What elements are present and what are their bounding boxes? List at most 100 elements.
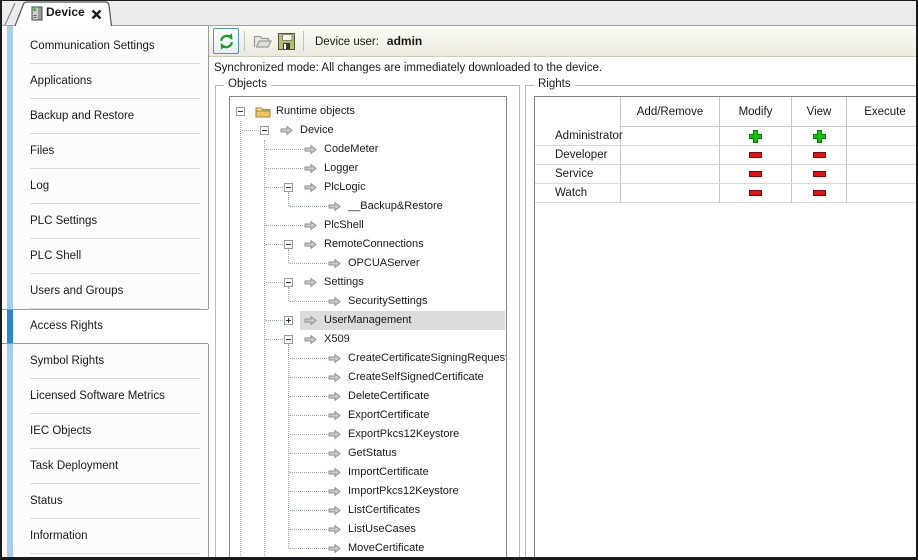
object-arrow-icon [280,125,293,136]
deny-minus-icon [813,190,826,196]
object-arrow-icon [328,505,341,516]
tree-item-device[interactable]: Device [230,121,506,140]
sidebar-item-users-and-groups[interactable]: Users and Groups [2,274,208,309]
tree-item-label: UserManagement [324,311,411,330]
tree-item-label: MoveCertificate [348,539,424,558]
tree-item-label: OPCUAServer [348,254,420,273]
tree-item-x509[interactable]: X509 [230,330,506,349]
tree-connector [289,453,327,455]
tree-item-createcertificatesigningrequest[interactable]: CreateCertificateSigningRequest [230,349,506,368]
access-rights-toolbar: Device user:admin [209,26,916,57]
rights-row-label-watch: Watch [535,184,621,203]
tree-item-label: ExportCertificate [348,406,429,425]
tree-item-codemeter[interactable]: CodeMeter [230,140,506,159]
tree-item-remoteconnections[interactable]: RemoteConnections [230,235,506,254]
sidebar-item-plc-settings[interactable]: PLC Settings [2,204,208,239]
deny-minus-icon [813,152,826,158]
tree-item-usermanagement[interactable]: UserManagement [230,311,506,330]
tree-item-importcertificate[interactable]: ImportCertificate [230,463,506,482]
tree-connector [265,320,283,322]
tab-device[interactable]: Device [12,1,114,26]
sidebar-item-access-rights[interactable]: Access Rights [2,309,208,344]
sidebar-item-iec-objects[interactable]: IEC Objects [2,414,208,449]
collapse-icon[interactable] [284,240,293,249]
sidebar-item-task-deployment[interactable]: Task Deployment [2,449,208,484]
object-arrow-icon [304,315,317,326]
sidebar-item-files[interactable]: Files [2,134,208,169]
object-arrow-icon [328,410,341,421]
collapse-icon[interactable] [284,278,293,287]
tree-item-movecertificate[interactable]: MoveCertificate [230,539,506,558]
object-arrow-icon [328,467,341,478]
access-rights-page: Device user:admin Synchronized mode: All… [209,26,916,557]
collapse-icon[interactable] [236,107,245,116]
rights-cell-developer-modify[interactable] [720,146,792,165]
sidebar-item-plc-shell[interactable]: PLC Shell [2,239,208,274]
collapse-icon[interactable] [260,126,269,135]
tree-connector [264,140,266,560]
tree-item-plcshell[interactable]: PlcShell [230,216,506,235]
tree-item-plclogic[interactable]: PlcLogic [230,178,506,197]
sidebar-item-information[interactable]: Information [2,519,208,554]
rights-cell-developer-add-remove[interactable] [621,146,720,165]
object-arrow-icon [328,201,341,212]
tree-item-securitysettings[interactable]: SecuritySettings [230,292,506,311]
sidebar-item-symbol-rights[interactable]: Symbol Rights [2,344,208,379]
device-editor-window: Device Communication SettingsApplication… [0,0,918,560]
rights-cell-service-modify[interactable] [720,165,792,184]
tree-item-listcertificates[interactable]: ListCertificates [230,501,506,520]
folder-icon [255,105,271,118]
sidebar-item-status[interactable]: Status [2,484,208,519]
rights-cell-administrator-modify[interactable] [720,127,792,146]
tree-item-settings[interactable]: Settings [230,273,506,292]
rights-cell-watch-execute[interactable] [847,184,918,203]
save-button[interactable] [275,30,297,52]
open-project-button[interactable] [251,30,273,52]
sidebar-item-licensed-software-metrics[interactable]: Licensed Software Metrics [2,379,208,414]
tab-close-icon[interactable] [91,7,103,19]
sidebar-item-log[interactable]: Log [2,169,208,204]
tree-connector [288,287,290,301]
sidebar-item-applications[interactable]: Applications [2,64,208,99]
tree-connector [289,434,327,436]
rights-cell-watch-add-remove[interactable] [621,184,720,203]
object-arrow-icon [328,353,341,364]
rights-table: Add/RemoveModifyViewExecuteAdministrator… [534,96,918,560]
rights-cell-developer-execute[interactable] [847,146,918,165]
tree-item-backup-restore[interactable]: __Backup&Restore [230,197,506,216]
tree-connector [265,244,283,246]
tree-item-opcuaserver[interactable]: OPCUAServer [230,254,506,273]
device-user-value: admin [387,34,422,48]
rights-cell-administrator-execute[interactable] [847,127,918,146]
tree-item-label: SecuritySettings [348,292,427,311]
tree-item-getstatus[interactable]: GetStatus [230,444,506,463]
column-header-execute: Execute [847,97,918,127]
save-floppy-icon [278,33,295,50]
rights-cell-developer-view[interactable] [792,146,847,165]
rights-cell-administrator-view[interactable] [792,127,847,146]
refresh-button[interactable] [213,28,239,54]
object-arrow-icon [328,486,341,497]
column-header-view: View [792,97,847,127]
expand-icon[interactable] [284,316,293,325]
tree-item-listusecases[interactable]: ListUseCases [230,520,506,539]
rights-cell-administrator-add-remove[interactable] [621,127,720,146]
tree-connector [289,510,327,512]
tree-item-runtime-objects[interactable]: Runtime objects [230,102,506,121]
sidebar-item-communication-settings[interactable]: Communication Settings [2,29,208,64]
rights-cell-service-add-remove[interactable] [621,165,720,184]
tree-item-importpkcs12keystore[interactable]: ImportPkcs12Keystore [230,482,506,501]
rights-cell-watch-modify[interactable] [720,184,792,203]
tree-item-logger[interactable]: Logger [230,159,506,178]
collapse-icon[interactable] [284,335,293,344]
tree-item-exportcertificate[interactable]: ExportCertificate [230,406,506,425]
sidebar-item-backup-and-restore[interactable]: Backup and Restore [2,99,208,134]
tree-item-deletecertificate[interactable]: DeleteCertificate [230,387,506,406]
rights-cell-watch-view[interactable] [792,184,847,203]
tree-connector [289,415,327,417]
tree-item-createselfsignedcertificate[interactable]: CreateSelfSignedCertificate [230,368,506,387]
rights-cell-service-view[interactable] [792,165,847,184]
rights-cell-service-execute[interactable] [847,165,918,184]
collapse-icon[interactable] [284,183,293,192]
tree-item-exportpkcs12keystore[interactable]: ExportPkcs12Keystore [230,425,506,444]
